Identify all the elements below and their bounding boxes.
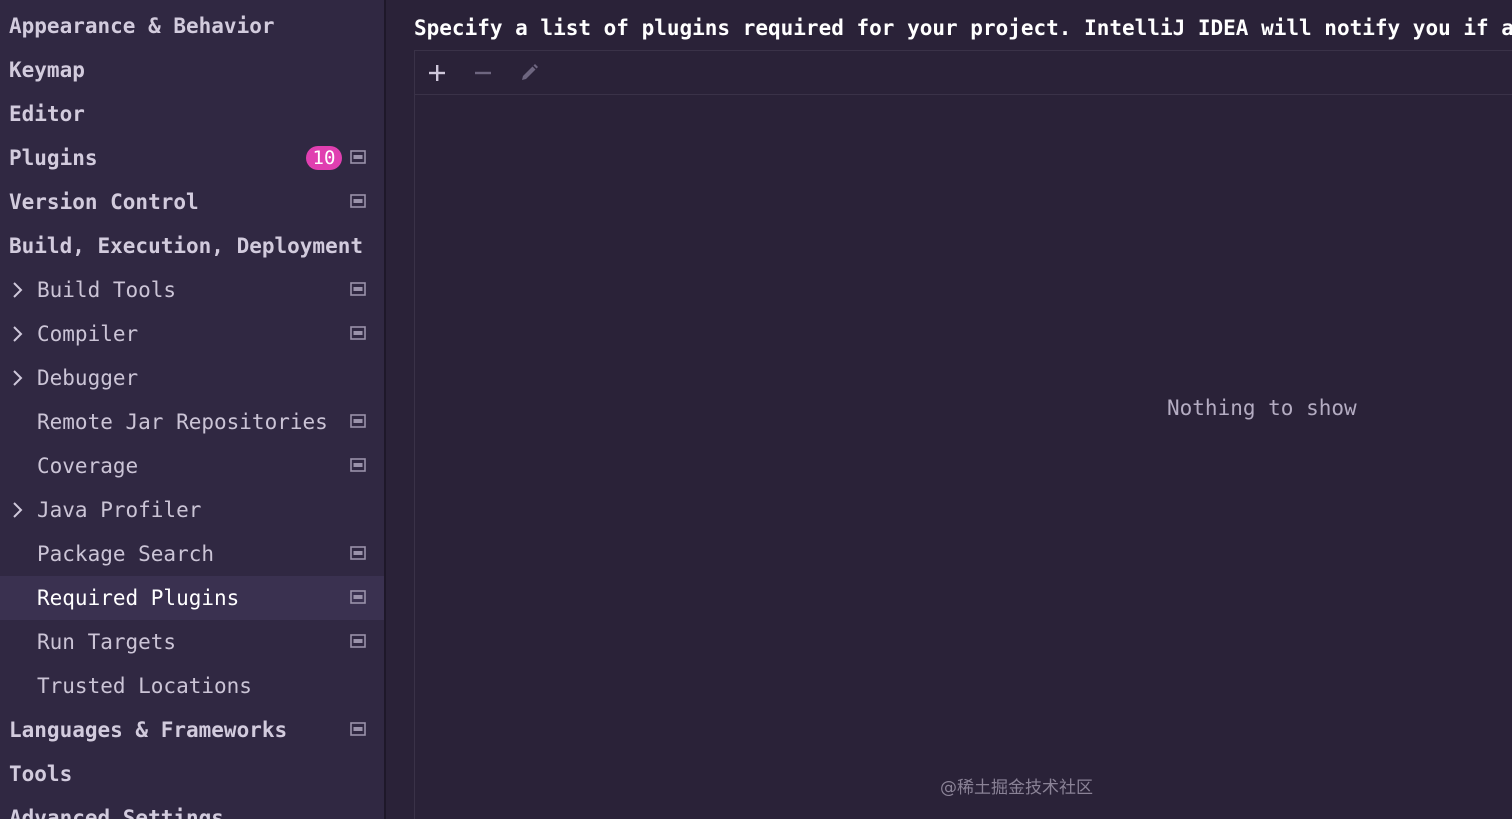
project-level-icon <box>350 458 366 472</box>
project-level-icon <box>350 326 366 340</box>
sidebar-item-build-tools[interactable]: Build Tools <box>0 268 384 312</box>
chevron-right-icon[interactable] <box>10 312 26 356</box>
list-toolbar <box>415 51 1512 95</box>
project-level-icon <box>350 722 366 736</box>
sidebar-item-label: Tools <box>9 762 73 786</box>
sidebar-item-keymap[interactable]: Keymap <box>0 48 384 92</box>
sidebar-item-label: Remote Jar Repositories <box>37 410 328 434</box>
sidebar-item-label: Version Control <box>9 190 199 214</box>
edit-plugin-button[interactable] <box>513 57 545 89</box>
sidebar-item-build-execution-deployment[interactable]: Build, Execution, Deployment <box>0 224 384 268</box>
sidebar-item-tools[interactable]: Tools <box>0 752 384 796</box>
page-description: Specify a list of plugins required for y… <box>414 16 1512 40</box>
sidebar-item-trusted-locations[interactable]: Trusted Locations <box>0 664 384 708</box>
sidebar-item-label: Compiler <box>37 322 139 346</box>
sidebar-item-editor[interactable]: Editor <box>0 92 384 136</box>
project-level-icon <box>350 414 366 428</box>
sidebar-item-advanced-settings[interactable]: Advanced Settings <box>0 796 384 819</box>
sidebar-item-plugins[interactable]: Plugins 10 <box>0 136 384 180</box>
sidebar-item-label: Plugins <box>9 146 98 170</box>
sidebar-item-label: Appearance & Behavior <box>9 14 275 38</box>
sidebar-item-label: Coverage <box>37 454 139 478</box>
sidebar-item-languages-frameworks[interactable]: Languages & Frameworks <box>0 708 384 752</box>
sidebar-item-debugger[interactable]: Debugger <box>0 356 384 400</box>
project-level-icon <box>350 150 366 164</box>
sidebar-item-required-plugins[interactable]: Required Plugins <box>0 576 384 620</box>
project-level-icon <box>350 590 366 604</box>
sidebar-item-java-profiler[interactable]: Java Profiler <box>0 488 384 532</box>
sidebar-item-label: Package Search <box>37 542 215 566</box>
sidebar-item-label: Build Tools <box>37 278 177 302</box>
project-level-icon <box>350 282 366 296</box>
required-plugins-page: Specify a list of plugins required for y… <box>386 0 1512 819</box>
sidebar-item-label: Java Profiler <box>37 498 202 522</box>
add-plugin-button[interactable] <box>421 57 453 89</box>
settings-sidebar: Appearance & Behavior Keymap Editor Plugins… <box>0 0 384 819</box>
sidebar-item-label: Debugger <box>37 366 139 390</box>
project-level-icon <box>350 194 366 208</box>
remove-plugin-button[interactable] <box>467 57 499 89</box>
sidebar-item-label: Required Plugins <box>37 586 240 610</box>
settings-window: Appearance & Behavior Keymap Editor Plugins… <box>0 0 1512 819</box>
project-level-icon <box>350 634 366 648</box>
sidebar-item-appearance-behavior[interactable]: Appearance & Behavior <box>0 4 384 48</box>
sidebar-item-label: Keymap <box>9 58 85 82</box>
minus-icon <box>475 71 491 75</box>
chevron-right-icon[interactable] <box>10 268 26 312</box>
sidebar-item-label: Run Targets <box>37 630 177 654</box>
sidebar-item-run-targets[interactable]: Run Targets <box>0 620 384 664</box>
sidebar-item-label: Build, Execution, Deployment <box>9 234 364 258</box>
empty-list-message: Nothing to show <box>1167 396 1357 420</box>
project-level-icon <box>350 546 366 560</box>
chevron-right-icon[interactable] <box>10 488 26 532</box>
sidebar-item-package-search[interactable]: Package Search <box>0 532 384 576</box>
sidebar-item-label: Advanced Settings <box>9 806 224 819</box>
updates-count-badge: 10 <box>306 146 342 170</box>
sidebar-item-label: Languages & Frameworks <box>9 718 288 742</box>
pencil-icon <box>522 64 538 80</box>
sidebar-item-version-control[interactable]: Version Control <box>0 180 384 224</box>
sidebar-item-compiler[interactable]: Compiler <box>0 312 384 356</box>
sidebar-item-coverage[interactable]: Coverage <box>0 444 384 488</box>
chevron-right-icon[interactable] <box>10 356 26 400</box>
watermark-text: @稀土掘金技术社区 <box>940 778 1093 798</box>
required-plugins-list-panel: Nothing to show <box>414 50 1512 819</box>
plus-icon <box>429 65 445 81</box>
sidebar-item-label: Editor <box>9 102 85 126</box>
sidebar-item-label: Trusted Locations <box>37 674 252 698</box>
sidebar-item-remote-jar-repositories[interactable]: Remote Jar Repositories <box>0 400 384 444</box>
